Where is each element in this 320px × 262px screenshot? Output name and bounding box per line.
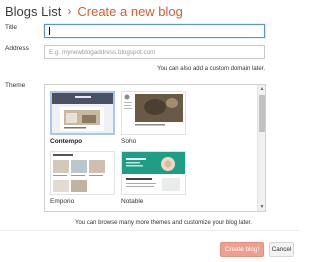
theme-contempo[interactable]: Contempo <box>50 91 115 145</box>
theme-picker: Contempo Soho Emporio Notable ▲ ▼ <box>44 84 266 212</box>
theme-name-soho: Soho <box>121 138 137 145</box>
title-input[interactable] <box>44 24 265 38</box>
cancel-button[interactable]: Cancel <box>269 242 294 257</box>
divider <box>0 230 300 231</box>
theme-label: Theme <box>5 82 26 89</box>
text-caret <box>49 27 50 35</box>
theme-emporio[interactable]: Emporio <box>50 151 115 205</box>
scroll-up-arrow-icon[interactable]: ▲ <box>258 85 265 93</box>
address-input[interactable] <box>44 45 265 59</box>
page-title: Create a new blog <box>77 3 183 19</box>
theme-scrollbar[interactable]: ▲ ▼ <box>257 85 265 211</box>
address-hint: You can also add a custom domain later. <box>157 66 265 72</box>
scrollbar-thumb[interactable] <box>259 95 265 132</box>
theme-hint: You can browse many more themes and cust… <box>75 220 252 226</box>
contempo-preview <box>50 91 115 135</box>
soho-preview <box>121 91 186 135</box>
emporio-preview <box>50 151 115 195</box>
breadcrumb-separator: › <box>67 4 72 18</box>
create-blog-button[interactable]: Create blog! <box>220 242 264 257</box>
theme-notable[interactable]: Notable <box>121 151 186 205</box>
breadcrumb: Blogs List › Create a new blog <box>5 2 183 20</box>
notable-preview <box>121 151 186 195</box>
theme-name-contempo: Contempo <box>50 138 83 145</box>
theme-name-emporio: Emporio <box>50 198 75 205</box>
theme-name-notable: Notable <box>121 198 144 205</box>
scroll-down-arrow-icon[interactable]: ▼ <box>258 203 265 211</box>
breadcrumb-blogs-list[interactable]: Blogs List <box>5 4 61 19</box>
theme-soho[interactable]: Soho <box>121 91 186 145</box>
address-label: Address <box>5 45 29 52</box>
title-label: Title <box>5 24 18 31</box>
